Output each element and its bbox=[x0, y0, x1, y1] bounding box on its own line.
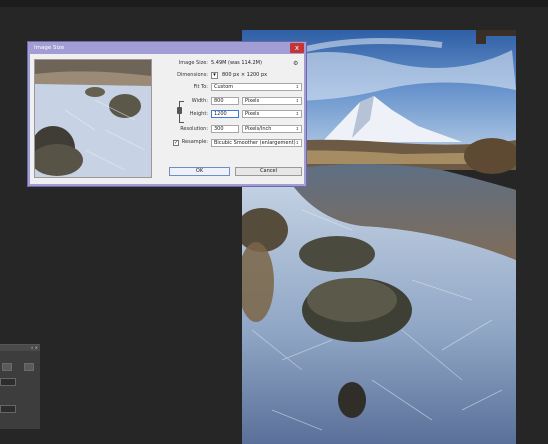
select-arrow-icon: ↕ bbox=[295, 126, 299, 131]
resolution-label: Resolution: bbox=[180, 126, 208, 132]
height-unit-value: Pixels bbox=[245, 111, 260, 117]
width-label: Width: bbox=[191, 98, 208, 104]
image-size-dialog: Image Size x Image Size: 5.49M (was 114.… bbox=[27, 41, 307, 187]
select-arrow-icon: ↕ bbox=[295, 140, 299, 145]
fit-to-value: Custom bbox=[214, 84, 234, 90]
dimensions-value: 800 px × 1200 px bbox=[222, 72, 268, 78]
resolution-unit-select[interactable]: Pixels/Inch ↕ bbox=[242, 125, 302, 133]
panel-field[interactable] bbox=[0, 378, 16, 386]
fit-to-label: Fit To: bbox=[193, 84, 208, 90]
resample-select[interactable]: Bicubic Smoother (enlargement) ↕ bbox=[211, 139, 302, 147]
corner-handle bbox=[476, 30, 516, 44]
dimensions-dropdown-icon[interactable]: ▾ bbox=[211, 72, 218, 79]
side-panel: « × bbox=[0, 344, 40, 429]
resolution-unit-value: Pixels/Inch bbox=[245, 126, 272, 132]
resolution-input[interactable]: 300 bbox=[211, 125, 239, 133]
dialog-titlebar[interactable]: Image Size x bbox=[28, 42, 306, 54]
top-bar bbox=[0, 0, 548, 7]
close-button[interactable]: x bbox=[290, 43, 304, 53]
dialog-title: Image Size bbox=[34, 45, 65, 51]
panel-field[interactable] bbox=[0, 405, 16, 413]
select-arrow-icon: ↕ bbox=[295, 84, 299, 89]
height-input[interactable]: 1200 bbox=[211, 110, 239, 118]
dialog-body: Image Size: 5.49M (was 114.2M) ⚙ Dimensi… bbox=[30, 54, 304, 184]
ok-button[interactable]: OK bbox=[169, 167, 230, 176]
panel-collapse-icon[interactable]: « × bbox=[31, 345, 38, 351]
select-arrow-icon: ↕ bbox=[295, 111, 299, 116]
resample-checkbox[interactable]: ✓ bbox=[173, 140, 179, 146]
dimensions-label: Dimensions: bbox=[177, 72, 208, 78]
fit-to-select[interactable]: Custom ↕ bbox=[211, 83, 302, 91]
image-size-value: 5.49M (was 114.2M) bbox=[211, 60, 262, 66]
width-input[interactable]: 800 bbox=[211, 97, 239, 105]
height-label: Height: bbox=[189, 111, 208, 117]
image-size-label: Image Size: bbox=[178, 60, 208, 66]
preview-thumbnail[interactable] bbox=[34, 59, 152, 178]
height-unit-select[interactable]: Pixels ↕ bbox=[242, 110, 302, 118]
panel-swatch[interactable] bbox=[24, 363, 34, 371]
gear-icon[interactable]: ⚙ bbox=[293, 59, 298, 68]
resample-value: Bicubic Smoother (enlargement) bbox=[214, 140, 296, 146]
resample-label: Resample: bbox=[181, 139, 208, 145]
width-unit-value: Pixels bbox=[245, 98, 260, 104]
preview-image bbox=[35, 60, 151, 177]
cancel-button[interactable]: Cancel bbox=[235, 167, 302, 176]
width-unit-select[interactable]: Pixels ↕ bbox=[242, 97, 302, 105]
panel-swatch[interactable] bbox=[2, 363, 12, 371]
side-panel-header: « × bbox=[0, 345, 40, 351]
select-arrow-icon: ↕ bbox=[295, 98, 299, 103]
